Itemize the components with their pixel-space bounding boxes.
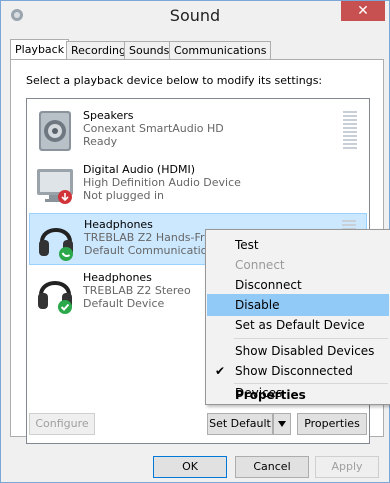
device-driver: TREBLAB Z2 Stereo [83,284,191,297]
menu-item-disconnect[interactable]: Disconnect [207,274,389,296]
speaker-icon [39,111,71,151]
device-speakers[interactable]: Speakers Conexant SmartAudio HD Ready [29,105,367,157]
close-button[interactable]: ✕ [341,1,385,21]
device-status: Ready [83,135,118,148]
device-driver: Conexant SmartAudio HD [83,122,224,135]
device-name: Digital Audio (HDMI) [83,163,195,176]
device-status: Default Device [83,297,165,310]
configure-button[interactable]: Configure [29,413,95,435]
device-driver: TREBLAB Z2 Hands-Free [84,231,218,244]
device-status: Not plugged in [83,189,165,202]
checkmark-icon: ✔ [215,364,226,378]
ok-button[interactable]: OK [153,456,227,478]
menu-item-connect[interactable]: Connect [207,254,389,276]
device-name: Headphones [84,218,153,231]
apply-button[interactable]: Apply [315,456,379,478]
device-context-menu: Test Connect Disconnect Disable Set as D… [205,229,390,405]
device-driver: High Definition Audio Device [83,176,241,189]
set-default-button[interactable]: Set Default [207,413,273,435]
menu-item-properties[interactable]: Properties [207,384,389,406]
headphones-icon [39,228,73,261]
tab-recording[interactable]: Recording [66,41,132,60]
dropdown-arrow-icon [278,421,286,427]
menu-item-set-default[interactable]: Set as Default Device [207,314,389,336]
tab-playback[interactable]: Playback [10,39,70,60]
properties-button[interactable]: Properties [297,413,367,435]
sound-dialog: Sound ✕ Playback Recording Sounds Commun… [0,0,390,483]
menu-item-show-disabled[interactable]: Show Disabled Devices [207,340,389,362]
device-name: Headphones [83,271,152,284]
device-digital-audio-hdmi[interactable]: Digital Audio (HDMI) High Definition Aud… [29,159,367,211]
instruction-text: Select a playback device below to modify… [26,74,323,87]
menu-item-disable[interactable]: Disable [207,294,389,316]
monitor-icon [37,169,73,204]
volume-meter [343,111,357,151]
tab-sounds[interactable]: Sounds [124,41,175,60]
device-name: Speakers [83,109,134,122]
menu-separator [234,338,388,339]
title-bar: Sound ✕ [1,1,389,31]
set-default-dropdown-button[interactable] [273,413,291,435]
menu-item-show-disconnected[interactable]: ✔ Show Disconnected Devices [207,360,389,400]
tab-communications[interactable]: Communications [169,41,272,60]
cancel-button[interactable]: Cancel [235,456,309,478]
headphones-icon [38,281,72,314]
menu-item-test[interactable]: Test [207,234,389,256]
window-title: Sound [169,6,221,25]
